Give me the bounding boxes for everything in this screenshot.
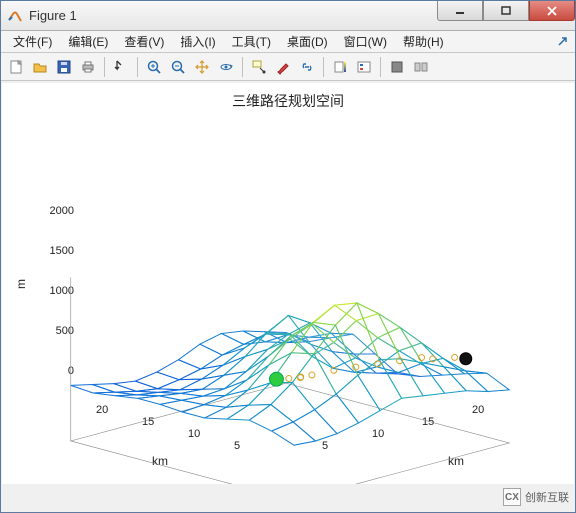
hide-plot-tools-button[interactable] — [386, 56, 408, 78]
rotate3d-button[interactable] — [215, 56, 237, 78]
link-plot-button[interactable] — [296, 56, 318, 78]
print-button[interactable] — [77, 56, 99, 78]
save-button[interactable] — [53, 56, 75, 78]
menu-help[interactable]: 帮助(H) — [395, 31, 452, 52]
menu-tools[interactable]: 工具(T) — [224, 31, 279, 52]
open-button[interactable] — [29, 56, 51, 78]
menu-file[interactable]: 文件(F) — [5, 31, 60, 52]
toolbar-separator — [104, 57, 105, 77]
close-button[interactable] — [529, 1, 575, 21]
pan-button[interactable] — [191, 56, 213, 78]
watermark-text: 创新互联 — [525, 489, 569, 505]
surface-plot — [2, 83, 574, 484]
insert-legend-button[interactable] — [353, 56, 375, 78]
titlebar[interactable]: Figure 1 — [1, 1, 575, 31]
toolbar-separator — [323, 57, 324, 77]
dock-arrow-icon[interactable] — [555, 34, 571, 50]
menu-insert[interactable]: 插入(I) — [172, 31, 223, 52]
data-cursor-button[interactable] — [248, 56, 270, 78]
watermark: CX 创新互联 — [503, 488, 569, 506]
toolbar-separator — [137, 57, 138, 77]
toolbar-separator — [380, 57, 381, 77]
matlab-icon — [7, 8, 23, 24]
toolbar — [1, 53, 575, 81]
menu-edit[interactable]: 编辑(E) — [60, 31, 116, 52]
maximize-button[interactable] — [483, 1, 529, 21]
menu-window[interactable]: 窗口(W) — [336, 31, 395, 52]
axes-3d[interactable]: 三维路径规划空间 m km km 0 500 1000 1500 2000 5 … — [2, 83, 574, 484]
edit-plot-button[interactable] — [110, 56, 132, 78]
insert-colorbar-button[interactable] — [329, 56, 351, 78]
window-buttons — [437, 1, 575, 30]
new-figure-button[interactable] — [5, 56, 27, 78]
figure-window: Figure 1 文件(F) 编辑(E) 查看(V) 插入(I) 工具(T) 桌… — [0, 0, 576, 513]
window-title: Figure 1 — [29, 8, 437, 23]
show-plot-tools-button[interactable] — [410, 56, 432, 78]
menu-desktop[interactable]: 桌面(D) — [279, 31, 336, 52]
toolbar-separator — [242, 57, 243, 77]
menu-view[interactable]: 查看(V) — [116, 31, 172, 52]
zoom-in-button[interactable] — [143, 56, 165, 78]
brush-button[interactable] — [272, 56, 294, 78]
menubar: 文件(F) 编辑(E) 查看(V) 插入(I) 工具(T) 桌面(D) 窗口(W… — [1, 31, 575, 53]
watermark-icon: CX — [503, 488, 521, 506]
zoom-out-button[interactable] — [167, 56, 189, 78]
minimize-button[interactable] — [437, 1, 483, 21]
